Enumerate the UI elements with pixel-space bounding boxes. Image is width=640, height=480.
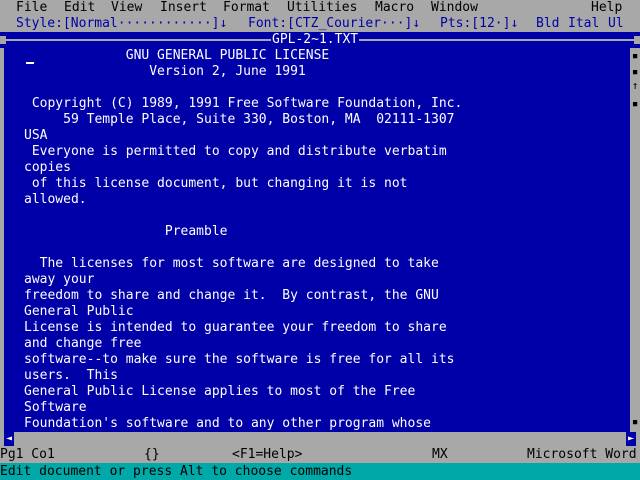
underline-toggle[interactable]: Ul <box>608 16 624 32</box>
document-line: of this license document, but changing i… <box>24 176 408 191</box>
document-area[interactable]: GNU GENERAL PUBLIC LICENSE Version 2, Ju… <box>0 48 630 432</box>
document-line: Foundation's software and to any other p… <box>24 416 431 431</box>
menu-window[interactable]: Window <box>431 0 478 16</box>
document-line: allowed. <box>24 192 87 207</box>
page-column-indicator: Pg1 Co1 <box>0 447 55 462</box>
mode-indicator: MX <box>432 447 448 462</box>
ribbon-bar: Style:[Normal············]↓ Font:[CTZ_Co… <box>0 16 640 32</box>
document-line: 59 Temple Place, Suite 330, Boston, MA 0… <box>24 112 455 127</box>
document-line: General Public License applies to most o… <box>24 384 416 399</box>
menu-macro[interactable]: Macro <box>375 0 414 16</box>
document-line: software--to make sure the software is f… <box>24 352 455 367</box>
window-title: GPL-2~1.TXT <box>271 32 360 48</box>
menu-file[interactable]: File <box>16 0 47 16</box>
document-line: USA <box>24 128 48 143</box>
scroll-up-icon[interactable]: ▪ <box>631 50 639 61</box>
document-line: and change free <box>24 336 142 351</box>
message-text: Edit document or press Alt to choose com… <box>0 464 353 479</box>
menu-insert[interactable]: Insert <box>160 0 207 16</box>
menu-format[interactable]: Format <box>223 0 270 16</box>
document-line: away your <box>24 272 95 287</box>
menu-view[interactable]: View <box>111 0 142 16</box>
maximize-icon[interactable] <box>634 36 640 44</box>
menu-utilities[interactable]: Utilities <box>287 0 357 16</box>
scroll-down-icon[interactable]: ▪ <box>631 416 639 427</box>
help-hint[interactable]: <F1=Help> <box>232 446 302 463</box>
document-line: freedom to share and change it. By contr… <box>24 288 439 303</box>
scroll-right-icon[interactable]: ► <box>626 432 636 446</box>
document-line: The licenses for most software are desig… <box>24 256 439 271</box>
menu-edit[interactable]: Edit <box>64 0 95 16</box>
document-line: General Public <box>24 304 134 319</box>
document-line: copies <box>24 160 71 175</box>
document-line: Version 2, June 1991 <box>24 64 306 79</box>
document-line: users. This <box>24 368 118 383</box>
points-selector[interactable]: Pts:[12·]↓ <box>440 16 518 32</box>
document-line: GNU GENERAL PUBLIC LICENSE <box>24 48 330 63</box>
document-line: Preamble <box>24 224 228 239</box>
app-name: Microsoft Word <box>527 447 637 462</box>
document-line: Everyone is permitted to copy and distri… <box>24 144 447 159</box>
braces-indicator: {} <box>144 447 160 462</box>
menu-help[interactable]: Help <box>591 0 622 16</box>
style-selector[interactable]: Style:[Normal············]↓ <box>16 16 227 32</box>
window-title-bar[interactable]: GPL-2~1.TXT <box>0 32 640 48</box>
document-line: Copyright (C) 1989, 1991 Free Software F… <box>24 96 463 111</box>
status-bar: Pg1 Co1 {} <F1=Help> MX Microsoft Word <box>0 446 640 463</box>
italic-toggle[interactable]: Ital <box>568 16 599 32</box>
document-line: Software <box>24 400 87 415</box>
horizontal-scrollbar[interactable]: ◄ ► <box>0 432 640 446</box>
message-bar: Edit document or press Alt to choose com… <box>0 463 640 480</box>
menu-bar: File Edit View Insert Format Utilities M… <box>0 0 640 16</box>
document-line: License is intended to guarantee your fr… <box>24 320 447 335</box>
scroll-up-small-icon[interactable]: ▪ <box>631 66 639 77</box>
scroll-left-icon[interactable]: ◄ <box>4 432 14 446</box>
scroll-arrow-up-icon[interactable]: ↑ <box>631 80 639 91</box>
font-selector[interactable]: Font:[CTZ_Courier···]↓ <box>248 16 420 32</box>
bold-toggle[interactable]: Bld <box>536 16 559 32</box>
vertical-scrollbar[interactable]: ▪ ▪ ↑ ▪ ▪ <box>630 48 640 432</box>
scroll-thumb-icon[interactable]: ▪ <box>631 98 639 109</box>
